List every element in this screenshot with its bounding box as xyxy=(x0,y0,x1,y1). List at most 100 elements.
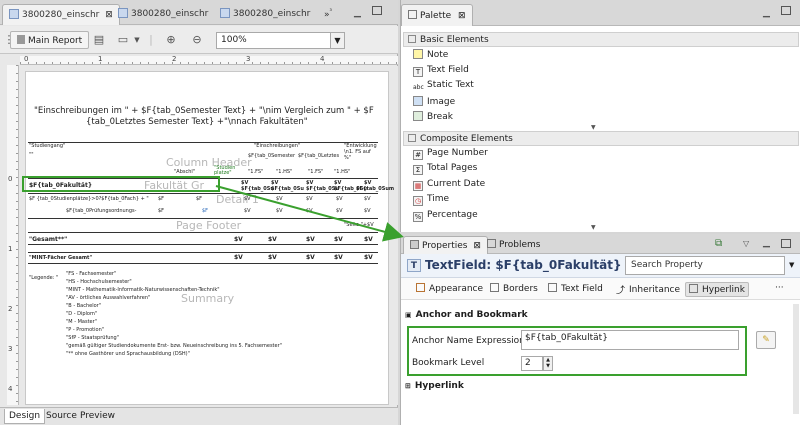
field-tab0sum[interactable]: $F{tab_0Sum xyxy=(356,186,394,192)
layout-icon[interactable]: ▭ xyxy=(116,33,130,47)
page-footer-text[interactable]: "Seite "+$V xyxy=(344,222,374,228)
composite-elements-header[interactable]: Composite Elements xyxy=(403,131,799,146)
editor-tab-3[interactable]: 3800280_einschr xyxy=(214,4,316,25)
field-v[interactable]: $V xyxy=(276,208,283,214)
close-icon[interactable]: ⊠ xyxy=(458,11,466,21)
gesamt-label[interactable]: "Gesamt**" xyxy=(29,236,67,243)
palette-tab[interactable]: Palette ⊠ xyxy=(401,4,473,26)
zoom-select[interactable]: 100% xyxy=(216,32,331,49)
editor-tab-1[interactable]: 3800280_einschr ⊠ xyxy=(2,4,120,25)
scroll-down-icon[interactable]: ▼ xyxy=(591,124,596,131)
bookmark-level-field[interactable]: 2 xyxy=(521,356,543,371)
field-v[interactable]: $V xyxy=(336,208,343,214)
tab-preview[interactable]: Preview xyxy=(76,409,119,424)
main-report-button[interactable]: Main Report xyxy=(10,31,90,49)
col-entwicklung[interactable]: "Entwicklung \n1. FS auf %" xyxy=(344,143,378,161)
minimize-icon[interactable]: ▁ xyxy=(354,8,361,18)
legend-item[interactable]: "MINT - Mathematik-Informatik-Naturwisse… xyxy=(66,287,220,293)
field-v[interactable]: $V xyxy=(244,196,251,202)
palette-item-static-text[interactable]: abc Static Text xyxy=(413,80,474,95)
palette-item-note[interactable]: Note xyxy=(413,49,448,64)
legend-item[interactable]: "SfP - Staatsprüfung" xyxy=(66,335,119,341)
field-tab0su[interactable]: $F{tab_0Su xyxy=(271,186,304,192)
minimize-icon[interactable]: ▁ xyxy=(763,238,770,248)
tab-properties[interactable]: Properties ⊠ xyxy=(403,236,488,254)
palette-item-current-date[interactable]: ▦ Current Date xyxy=(413,179,485,194)
field-v[interactable]: $V xyxy=(244,208,251,214)
field-studienplatze[interactable]: $F {tab_0Studienplätze}>0?$F{tab_0Fach} … xyxy=(29,196,149,202)
palette-item-percentage[interactable]: % Percentage xyxy=(413,210,478,225)
more-tabs-icon[interactable]: ··· xyxy=(775,283,784,293)
bookmark-level-stepper[interactable]: ▲ ▼ xyxy=(543,356,553,371)
legend-item[interactable]: "AV - örtliches Auswahlverfahren" xyxy=(66,295,150,301)
field-pruefung[interactable]: $F{tab_0Prüfungsordnungs- xyxy=(66,208,136,214)
legend-item[interactable]: "FS - Fachsemester" xyxy=(66,271,116,277)
subtab-text-field[interactable]: Text Field xyxy=(545,282,606,297)
legend-label[interactable]: "Legende: " xyxy=(29,275,58,281)
subtab-borders[interactable]: Borders xyxy=(487,282,541,297)
palette-item-time[interactable]: ◷ Time xyxy=(413,194,449,209)
editor-tab-2[interactable]: 3800280_einschr xyxy=(112,4,214,25)
palette-item-total-pages[interactable]: Σ Total Pages xyxy=(413,163,477,178)
field-v[interactable]: $V xyxy=(334,254,343,261)
basic-elements-header[interactable]: Basic Elements xyxy=(403,32,799,47)
zoom-in-icon[interactable]: ⊕ xyxy=(164,33,178,47)
palette-item-break[interactable]: Break xyxy=(413,111,453,126)
legend-item[interactable]: "B - Bachelor" xyxy=(66,303,101,309)
subtab-appearance[interactable]: Appearance xyxy=(413,282,486,297)
search-dropdown-icon[interactable]: ▼ xyxy=(789,261,794,269)
expression-editor-icon[interactable]: ✎ xyxy=(756,331,776,349)
maximize-icon[interactable] xyxy=(372,6,382,15)
field-f[interactable]: $F xyxy=(196,196,202,202)
report-title-line1[interactable]: "Einschreibungen im " + $F{tab_0Semester… xyxy=(34,106,374,116)
field-v[interactable]: $V xyxy=(306,236,315,243)
close-icon[interactable]: ⊠ xyxy=(473,241,481,251)
properties-scrollbar[interactable] xyxy=(793,304,799,414)
field-v[interactable]: $V xyxy=(268,236,277,243)
scroll-down-icon[interactable]: ▼ xyxy=(591,224,596,231)
col-sem2[interactable]: $F{tab_0Letztes xyxy=(298,153,339,159)
legend-item[interactable]: "D - Diplom" xyxy=(66,311,97,317)
design-canvas[interactable]: "Einschreibungen im " + $F{tab_0Semester… xyxy=(20,66,398,405)
dataset-icon[interactable]: ▤ xyxy=(92,33,106,47)
palette-item-text-field[interactable]: T Text Field xyxy=(413,65,469,80)
legend-item[interactable]: "HS - Hochschulsemester" xyxy=(66,279,132,285)
col-einschreibungen[interactable]: "Einschreibungen" xyxy=(254,143,300,149)
field-v[interactable]: $V xyxy=(234,236,243,243)
field-v[interactable]: $V xyxy=(306,196,313,202)
col-1hs-b[interactable]: "1.HS" xyxy=(334,169,350,175)
field-tab0su[interactable]: $F{tab_0Su xyxy=(241,186,274,192)
field-v[interactable]: $V xyxy=(306,208,313,214)
field-f[interactable]: $F xyxy=(202,208,208,214)
col-studien[interactable]: "Studien platze" xyxy=(214,166,235,176)
section-hyperlink[interactable]: ⊞ Hyperlink xyxy=(405,381,464,391)
col-1fs-b[interactable]: "1.FS" xyxy=(308,169,323,175)
legend-item[interactable]: "** ohne Gasthörer und Sprachausbildung … xyxy=(66,351,190,357)
legend-item[interactable]: "M - Master" xyxy=(66,319,97,325)
search-property-input[interactable]: Search Property xyxy=(625,256,785,275)
field-v[interactable]: $V xyxy=(276,196,283,202)
field-f[interactable]: $F xyxy=(158,196,164,202)
new-window-icon[interactable]: ⧉ xyxy=(715,238,722,249)
section-anchor-bookmark[interactable]: ▣ Anchor and Bookmark xyxy=(405,310,528,320)
field-v[interactable]: $V xyxy=(334,236,343,243)
legend-item[interactable]: "gemäß gültiger Studiendokumente Erst- b… xyxy=(66,343,282,349)
maximize-icon[interactable] xyxy=(781,6,791,15)
tab-problems[interactable]: Problems xyxy=(481,236,546,254)
field-v[interactable]: $V xyxy=(306,254,315,261)
field-v[interactable]: $V xyxy=(364,196,371,202)
field-v[interactable]: $V xyxy=(364,254,373,261)
field-v[interactable]: $V xyxy=(234,254,243,261)
report-title-line2[interactable]: {tab_0Letztes Semester Text} +"\nnach Fa… xyxy=(86,117,308,127)
field-v[interactable]: $V xyxy=(364,208,371,214)
col-sem1[interactable]: $F{tab_0Semester xyxy=(248,153,295,159)
palette-item-image[interactable]: Image xyxy=(413,96,455,111)
layout-dropdown-icon[interactable]: ▼ xyxy=(130,33,144,47)
maximize-icon[interactable] xyxy=(781,239,791,248)
tab-design[interactable]: Design xyxy=(4,409,46,424)
minimize-icon[interactable]: ▁ xyxy=(763,8,770,18)
mint-label[interactable]: "MINT-Fächer Gesamt" xyxy=(29,255,92,261)
subtab-inheritance[interactable]: ⤴ Inheritance xyxy=(613,282,683,297)
field-f[interactable]: $F xyxy=(158,208,164,214)
field-v[interactable]: $V xyxy=(364,236,373,243)
